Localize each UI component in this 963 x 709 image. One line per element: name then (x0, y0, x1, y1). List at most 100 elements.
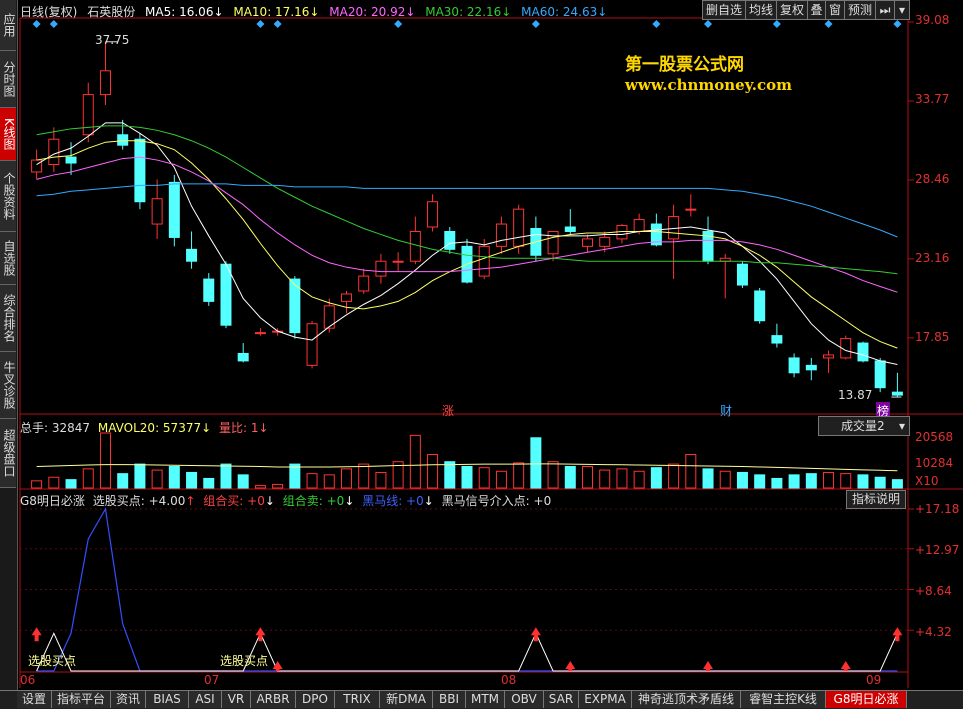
volume-bar (668, 463, 680, 489)
candle-body (134, 138, 146, 203)
candle-body (409, 230, 421, 262)
buy-arrow-icon (31, 627, 42, 642)
dark-horse-signal-value: 黑马信号介入点: +0 (441, 494, 552, 508)
arrow-down-icon: ↓ (309, 5, 320, 19)
candle-body (306, 323, 318, 366)
indicator-tick: +8.64 (915, 584, 952, 598)
candle-body (375, 260, 387, 277)
volume-bar (599, 469, 611, 489)
volume-ratio: 量比: 1 (219, 421, 259, 435)
volume-bar (685, 454, 697, 489)
tab-settings[interactable]: 设置 (17, 691, 52, 708)
event-diamond (49, 20, 58, 28)
volume-bar (840, 473, 852, 489)
indicator-help-button[interactable]: 指标说明 (846, 490, 906, 509)
candle-body (685, 208, 697, 211)
average-line-button[interactable]: 均线 (745, 0, 777, 20)
buy-signal-label: 选股买点 (28, 654, 77, 668)
mavol20-value: MAVOL20: 57377 (97, 421, 202, 435)
indicator-tab-bar: 设置 指标平台 资讯 BIAS ASI VR ARBR DPO TRIX 新DM… (0, 690, 963, 709)
chart-mode: 日线(复权) (20, 5, 78, 19)
candle-body (82, 94, 94, 136)
side-tab-diagnosis[interactable]: 牛叉诊股 (0, 352, 16, 419)
volume-bar (375, 471, 387, 489)
tab-g8-tomorrow[interactable]: G8明日必涨 (826, 691, 907, 708)
tab-bbi[interactable]: BBI (433, 691, 466, 708)
tab-mtm[interactable]: MTM (466, 691, 505, 708)
delete-watchlist-button[interactable]: 删自选 (702, 0, 746, 20)
ma60-line (36, 183, 898, 238)
volume-bar (771, 477, 783, 489)
low-price-label: 13.87 (838, 388, 873, 402)
buy-point-value: 选股买点: +4.00 (92, 494, 186, 508)
dark-horse-value: 黑马线: +0 (362, 494, 424, 508)
tab-dpo[interactable]: DPO (296, 691, 335, 708)
finance-marker[interactable]: 财 (720, 402, 732, 419)
volume-bar (358, 463, 370, 489)
volume-bar (168, 465, 180, 489)
candle-body (823, 354, 835, 359)
forecast-button[interactable]: 预测 (844, 0, 876, 20)
kline-chart[interactable] (0, 0, 963, 708)
tab-trix[interactable]: TRIX (335, 691, 380, 708)
volume-bar (340, 468, 352, 489)
tab-arbr[interactable]: ARBR (251, 691, 296, 708)
volume-bar (254, 485, 266, 489)
tab-expma[interactable]: EXPMA (579, 691, 632, 708)
side-tab-apps[interactable]: 应用 (0, 0, 16, 51)
side-tab-profile[interactable]: 个股资料 (0, 161, 16, 232)
tab-news[interactable]: 资讯 (111, 691, 146, 708)
tab-new-dma[interactable]: 新DMA (380, 691, 433, 708)
high-price-label: 37.75 (95, 33, 130, 47)
adjust-button[interactable]: 复权 (776, 0, 808, 20)
candle-body (99, 70, 111, 96)
volume-bar (48, 476, 60, 489)
volume-unit: X10 (915, 474, 939, 488)
side-tab-kline[interactable]: K线图 (0, 108, 16, 161)
signal-arrow-icon (565, 661, 576, 671)
candle-body (478, 245, 490, 277)
volume-bar (823, 471, 835, 489)
skip-to-end-icon[interactable]: ⏭ (875, 0, 895, 20)
candle-body (186, 248, 198, 262)
volume-bar (151, 469, 163, 489)
indicator-tick: +4.32 (915, 625, 952, 639)
side-tab-ranking[interactable]: 综合排名 (0, 285, 16, 352)
candle-body (254, 332, 266, 335)
volume-bar (547, 461, 559, 489)
side-tab-order-book[interactable]: 超级盘口 (0, 419, 16, 488)
tab-sar[interactable]: SAR (544, 691, 579, 708)
tab-control-kline[interactable]: 睿智主控K线 (741, 691, 826, 708)
side-tab-intraday[interactable]: 分时图 (0, 51, 16, 108)
candle-body (736, 263, 748, 286)
tab-vr[interactable]: VR (222, 691, 251, 708)
candle-body (771, 335, 783, 344)
volume-bar (220, 463, 232, 489)
price-tick: 17.85 (915, 330, 950, 344)
tab-indicator-platform[interactable]: 指标平台 (52, 691, 111, 708)
volume-indicator-value: 成交量2 (841, 419, 885, 433)
dropdown-arrow-icon[interactable]: ▾ (894, 0, 910, 20)
volume-bar (582, 465, 594, 489)
candle-body (358, 275, 370, 292)
limit-up-marker[interactable]: 涨 (442, 402, 454, 419)
window-button[interactable]: 窗 (825, 0, 845, 20)
event-diamond (394, 20, 403, 28)
tab-asi[interactable]: ASI (189, 691, 222, 708)
buy-arrow-icon (892, 627, 903, 642)
tab-obv[interactable]: OBV (505, 691, 544, 708)
arrow-down-icon: ↓ (405, 5, 416, 19)
tab-escape-top-line[interactable]: 神奇逃顶术矛盾线 (632, 691, 741, 708)
tab-bias[interactable]: BIAS (146, 691, 189, 708)
overlay-button[interactable]: 叠 (807, 0, 826, 20)
candle-body (48, 138, 60, 166)
buy-signal-label: 选股买点 (220, 654, 269, 668)
ma20-value: MA20: 20.92 (329, 5, 406, 19)
event-diamond (772, 20, 781, 28)
volume-bar (719, 470, 731, 489)
indicator-white-line (36, 632, 898, 672)
volume-bar (306, 473, 318, 489)
side-tab-watchlist[interactable]: 自选股 (0, 232, 16, 285)
volume-indicator-select[interactable]: 成交量2 ▾ (818, 416, 910, 436)
event-diamond (531, 20, 540, 28)
